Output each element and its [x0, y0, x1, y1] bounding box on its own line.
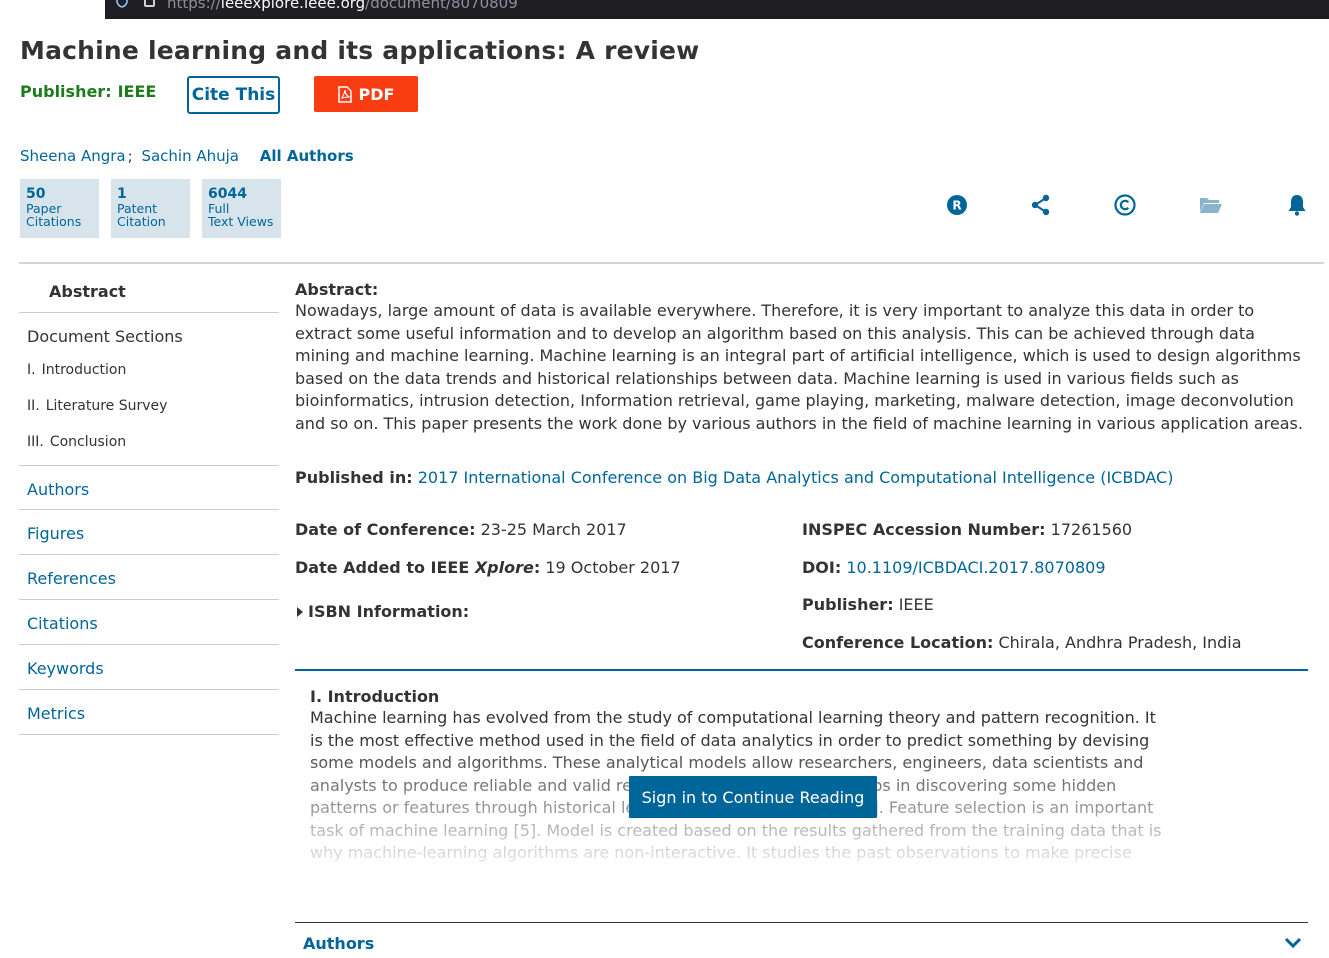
page-title: Machine learning and its applications: A… [20, 36, 700, 65]
abstract-text: Nowadays, large amount of data is availa… [295, 301, 1303, 433]
inspec-value: 17261560 [1050, 520, 1133, 539]
nav-section-literature-survey[interactable]: II. Literature Survey [19, 394, 279, 430]
metric-patent-citation[interactable]: 1 Patent Citation [111, 179, 190, 238]
chevron-down-icon[interactable] [1284, 934, 1302, 952]
isbn-toggle[interactable]: ISBN Information: [297, 602, 469, 621]
nav-keywords[interactable]: Keywords [19, 645, 279, 690]
doi-link[interactable]: 10.1109/ICBDACI.2017.8070809 [846, 558, 1105, 577]
metric-count: 6044 [208, 186, 247, 202]
authors-accordion-header[interactable]: Authors [303, 934, 374, 953]
author-separator: ; [127, 147, 133, 165]
metric-label: Citations [26, 214, 82, 229]
nav-document-sections: Document Sections [27, 327, 183, 346]
nav-section-introduction[interactable]: I. Introduction [19, 358, 279, 394]
publisher-line: Publisher: IEEE [20, 82, 156, 101]
share-icon[interactable] [1029, 193, 1053, 217]
content-divider [295, 669, 1308, 671]
conference-location: Conference Location: Chirala, Andhra Pra… [802, 633, 1242, 652]
section-label: Introduction [41, 362, 127, 378]
all-authors-link[interactable]: All Authors [260, 147, 354, 165]
svg-text:R: R [952, 199, 961, 213]
sign-in-to-continue-button[interactable]: Sign in to Continue Reading [629, 776, 877, 818]
introduction-heading: I. Introduction [310, 687, 440, 706]
nav-references[interactable]: References [19, 555, 279, 600]
conference-location-value: Chirala, Andhra Pradesh, India [998, 633, 1242, 652]
conference-date: Date of Conference: 23-25 March 2017 [295, 520, 627, 539]
conference-link[interactable]: 2017 International Conference on Big Dat… [418, 468, 1174, 487]
nav-metrics[interactable]: Metrics [19, 690, 279, 735]
caret-right-icon [297, 606, 303, 617]
isbn-label: ISBN Information: [308, 602, 470, 621]
conference-location-label: Conference Location: [802, 633, 994, 652]
lock-icon[interactable] [144, 0, 155, 7]
document-nav: Abstract Document Sections I. Introductio… [19, 268, 279, 735]
doi: DOI: 10.1109/ICBDACI.2017.8070809 [802, 558, 1106, 577]
pdf-label: PDF [358, 84, 395, 104]
conference-date-value: 23-25 March 2017 [480, 520, 627, 539]
authors-divider [295, 922, 1308, 923]
pdf-button[interactable]: PDF [314, 76, 418, 112]
meta-publisher-value: IEEE [898, 595, 934, 614]
section-number: III. [27, 434, 44, 450]
abstract-label: Abstract: [295, 280, 379, 299]
metric-label: Citation [117, 214, 166, 229]
publisher-label: Publisher: [20, 82, 112, 101]
cite-this-label: Cite This [191, 85, 276, 105]
cite-this-button[interactable]: Cite This [187, 76, 280, 114]
meta-publisher-label: Publisher: [802, 595, 894, 614]
metric-count: 50 [26, 186, 46, 202]
folder-icon[interactable] [1199, 193, 1223, 217]
nav-authors[interactable]: Authors [19, 465, 279, 510]
metric-paper-citations[interactable]: 50 Paper Citations [20, 179, 99, 238]
date-added-value: 19 October 2017 [545, 558, 681, 577]
metric-count: 1 [117, 186, 127, 202]
url-text[interactable]: https://ieeexplore.ieee.org/document/807… [167, 0, 518, 12]
author-link[interactable]: Sheena Angra [20, 147, 126, 165]
inspec-label: INSPEC Accession Number: [802, 520, 1046, 539]
published-in: Published in: 2017 International Confere… [295, 468, 1173, 487]
authors-line: Sheena Angra; Sachin Ahuja All Authors [20, 147, 354, 165]
rights-icon[interactable]: R [945, 193, 969, 217]
section-number: I. [27, 362, 36, 378]
nav-citations[interactable]: Citations [19, 600, 279, 645]
section-number: II. [27, 398, 40, 414]
copyright-icon[interactable] [1113, 193, 1137, 217]
date-added-label: Date Added to IEEE Xplore: [295, 558, 541, 577]
metric-full-text-views[interactable]: 6044 Full Text Views [202, 179, 281, 238]
meta-publisher: Publisher: IEEE [802, 595, 934, 614]
abstract-section: Abstract: Nowadays, large amount of data… [295, 280, 1308, 435]
author-link[interactable]: Sachin Ahuja [141, 147, 239, 165]
browser-url-bar: https://ieeexplore.ieee.org/document/807… [0, 0, 1329, 19]
section-label: Conclusion [49, 434, 127, 450]
nav-abstract[interactable]: Abstract [19, 268, 279, 313]
conference-date-label: Date of Conference: [295, 520, 476, 539]
inspec-accession: INSPEC Accession Number: 17261560 [802, 520, 1132, 539]
date-added: Date Added to IEEE Xplore: 19 October 20… [295, 558, 681, 577]
bell-icon[interactable] [1285, 193, 1309, 217]
metric-label: Text Views [208, 214, 274, 229]
published-in-label: Published in: [295, 468, 413, 487]
nav-figures[interactable]: Figures [19, 510, 279, 555]
publisher-value: IEEE [117, 82, 157, 101]
doi-label: DOI: [802, 558, 842, 577]
pdf-file-icon [337, 85, 352, 103]
nav-section-conclusion[interactable]: III. Conclusion [19, 430, 279, 465]
section-label: Literature Survey [45, 398, 168, 414]
sign-in-label: Sign in to Continue Reading [641, 787, 865, 807]
header-divider [19, 262, 1324, 264]
shield-icon[interactable] [116, 0, 128, 8]
